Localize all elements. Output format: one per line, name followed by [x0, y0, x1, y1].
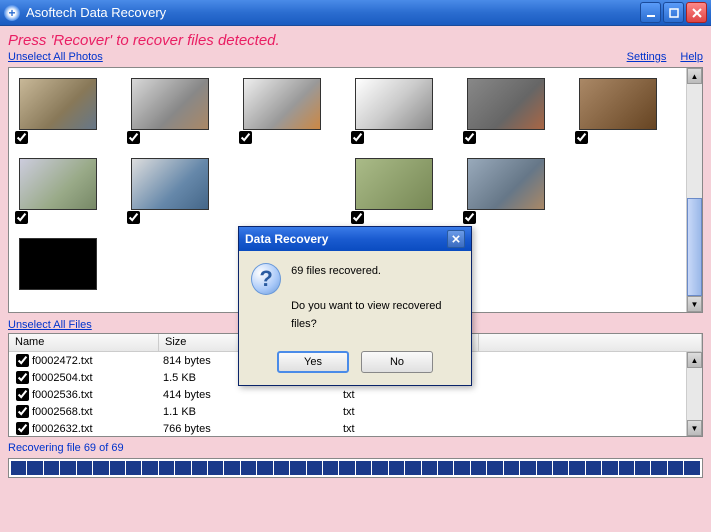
unselect-all-files-link[interactable]: Unselect All Files: [8, 319, 92, 331]
scroll-thumb[interactable]: [687, 198, 702, 296]
dialog-line2: Do you want to view recovered files?: [291, 298, 459, 333]
file-checkbox[interactable]: [16, 405, 29, 418]
close-button[interactable]: [686, 2, 707, 23]
photo-item[interactable]: [19, 238, 97, 290]
help-link[interactable]: Help: [680, 51, 703, 63]
scroll-down-icon[interactable]: ▼: [687, 420, 702, 436]
unselect-all-photos-link[interactable]: Unselect All Photos: [8, 51, 103, 63]
settings-link[interactable]: Settings: [627, 51, 667, 63]
photo-item[interactable]: [355, 78, 433, 130]
photo-item[interactable]: [355, 158, 433, 210]
thumbnail: [355, 78, 433, 130]
file-size: 766 bytes: [159, 423, 339, 435]
file-size: 1.1 KB: [159, 406, 339, 418]
file-ext: txt: [339, 389, 479, 401]
thumbnail: [467, 78, 545, 130]
thumbnail: [19, 238, 97, 290]
photo-checkbox[interactable]: [351, 211, 364, 224]
table-row[interactable]: f0002536.txt 414 bytes txt: [9, 386, 702, 403]
thumbnail: [131, 78, 209, 130]
photo-checkbox[interactable]: [463, 131, 476, 144]
dialog: Data Recovery ? 69 files recovered. Do y…: [238, 226, 472, 386]
table-row[interactable]: f0002568.txt 1.1 KB txt: [9, 403, 702, 420]
scroll-down-icon[interactable]: ▼: [687, 296, 702, 312]
photo-item[interactable]: [579, 78, 657, 130]
app-icon: +: [4, 5, 20, 21]
thumbnail: [19, 78, 97, 130]
file-checkbox[interactable]: [16, 422, 29, 435]
thumbnail: [131, 158, 209, 210]
no-button[interactable]: No: [361, 351, 433, 373]
file-checkbox[interactable]: [16, 354, 29, 367]
photo-item[interactable]: [19, 158, 97, 210]
file-name: f0002632.txt: [32, 423, 93, 435]
column-header-blank: [479, 334, 702, 351]
dialog-text: 69 files recovered. Do you want to view …: [291, 263, 459, 333]
photo-checkbox[interactable]: [351, 131, 364, 144]
thumbnail: [243, 78, 321, 130]
maximize-button[interactable]: [663, 2, 684, 23]
thumbnail: [355, 158, 433, 210]
photo-item[interactable]: [467, 158, 545, 210]
minimize-button[interactable]: [640, 2, 661, 23]
titlebar: + Asoftech Data Recovery: [0, 0, 711, 26]
spacer: [103, 51, 627, 63]
top-links: Unselect All Photos Settings Help: [8, 51, 703, 63]
app-body: Press 'Recover' to recover files detecte…: [0, 26, 711, 532]
dialog-line1: 69 files recovered.: [291, 263, 459, 281]
photo-scrollbar[interactable]: ▲ ▼: [686, 68, 702, 312]
photo-item[interactable]: [19, 78, 97, 130]
dialog-title: Data Recovery: [245, 232, 328, 246]
file-ext: txt: [339, 423, 479, 435]
scroll-up-icon[interactable]: ▲: [687, 352, 702, 368]
photo-checkbox[interactable]: [239, 131, 252, 144]
photo-checkbox[interactable]: [127, 211, 140, 224]
dialog-close-button[interactable]: [447, 230, 465, 248]
table-row[interactable]: f0002632.txt 766 bytes txt: [9, 420, 702, 436]
file-ext: txt: [339, 406, 479, 418]
file-checkbox[interactable]: [16, 371, 29, 384]
yes-button[interactable]: Yes: [277, 351, 349, 373]
thumbnail: [467, 158, 545, 210]
file-checkbox[interactable]: [16, 388, 29, 401]
dialog-body: ? 69 files recovered. Do you want to vie…: [239, 251, 471, 345]
window-controls: [640, 2, 707, 23]
file-name: f0002472.txt: [32, 355, 93, 367]
progress-bar: [8, 458, 703, 478]
file-scrollbar[interactable]: ▲ ▼: [686, 352, 702, 436]
question-icon: ?: [251, 263, 281, 295]
file-name: f0002536.txt: [32, 389, 93, 401]
photo-checkbox[interactable]: [575, 131, 588, 144]
dialog-buttons: Yes No: [239, 345, 471, 385]
file-name: f0002568.txt: [32, 406, 93, 418]
file-name: f0002504.txt: [32, 372, 93, 384]
photo-checkbox[interactable]: [15, 211, 28, 224]
file-size: 414 bytes: [159, 389, 339, 401]
photo-item[interactable]: [131, 78, 209, 130]
photo-item[interactable]: [467, 78, 545, 130]
photo-checkbox[interactable]: [15, 131, 28, 144]
photo-item[interactable]: [131, 158, 209, 210]
photo-item[interactable]: [243, 78, 321, 130]
status-text: Recovering file 69 of 69: [8, 442, 703, 454]
photo-checkbox[interactable]: [463, 211, 476, 224]
thumbnail: [19, 158, 97, 210]
thumbnail: [579, 78, 657, 130]
photo-checkbox[interactable]: [127, 131, 140, 144]
scroll-up-icon[interactable]: ▲: [687, 68, 702, 84]
dialog-titlebar: Data Recovery: [239, 227, 471, 251]
column-header-name[interactable]: Name: [9, 334, 159, 351]
instruction-text: Press 'Recover' to recover files detecte…: [8, 32, 703, 49]
window-title: Asoftech Data Recovery: [26, 5, 640, 20]
